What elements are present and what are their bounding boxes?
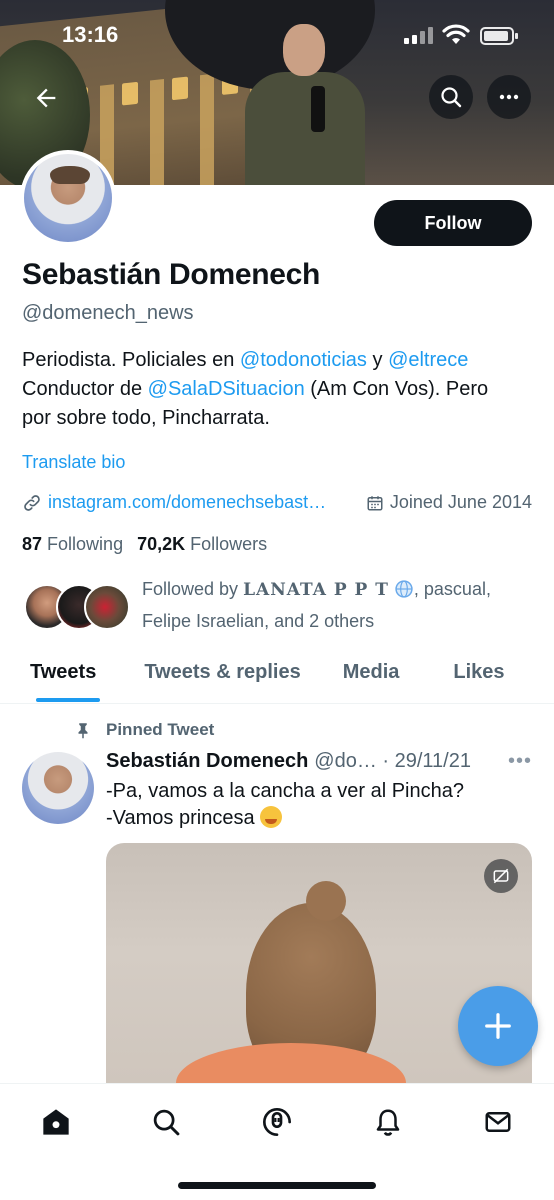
followed-by-text: Followed by LANATA P P T , pascual, Feli… — [142, 579, 491, 631]
profile-name: Sebastián Domenech — [22, 258, 321, 291]
back-button[interactable] — [32, 84, 60, 117]
search-icon — [441, 87, 462, 108]
follow-counts: 87 Following 70,2K Followers — [22, 534, 267, 555]
profile-tabs: Tweets Tweets & replies Media Likes — [0, 648, 554, 704]
translate-bio-link[interactable]: Translate bio — [22, 452, 125, 473]
tweet-author[interactable]: Sebastián Domenech — [106, 750, 308, 773]
pinned-indicator: Pinned Tweet — [74, 720, 214, 740]
home-indicator — [178, 1182, 376, 1189]
more-dots-icon — [499, 94, 519, 100]
mail-icon — [485, 1112, 511, 1132]
status-time: 13:16 — [62, 22, 119, 47]
spaces-icon — [263, 1108, 291, 1136]
profile-avatar[interactable] — [20, 150, 116, 246]
home-icon — [43, 1109, 69, 1135]
nav-messages[interactable] — [478, 1102, 518, 1142]
follow-button[interactable]: Follow — [374, 200, 532, 246]
profile-bio: Periodista. Policiales en @todonoticias … — [22, 349, 489, 429]
tweet-header: Sebastián Domenech @do… · 29/11/21 ••• — [106, 750, 532, 773]
search-button[interactable] — [429, 75, 473, 119]
tab-tweets[interactable]: Tweets — [30, 648, 101, 702]
nav-search[interactable] — [146, 1102, 186, 1142]
tweet-avatar[interactable] — [22, 752, 94, 824]
bell-icon — [376, 1109, 400, 1136]
link-icon — [24, 494, 40, 511]
following-count[interactable]: 87 Following — [22, 534, 123, 555]
hugging-face-emoji-icon — [260, 806, 283, 828]
nav-home[interactable] — [36, 1102, 76, 1142]
search-icon — [153, 1109, 180, 1136]
tab-indicator — [36, 698, 101, 702]
tab-likes[interactable]: Likes — [453, 648, 504, 696]
nav-notifications[interactable] — [368, 1102, 408, 1142]
followers-count[interactable]: 70,2K Followers — [137, 534, 267, 555]
compose-tweet-button[interactable] — [458, 986, 538, 1066]
tweet-more-button[interactable]: ••• — [508, 750, 532, 773]
arrow-left-icon — [36, 88, 56, 108]
tab-media[interactable]: Media — [343, 648, 400, 696]
cellular-signal-icon — [404, 26, 433, 44]
mention-link[interactable]: @todonoticias — [240, 349, 367, 371]
more-options-button[interactable] — [487, 75, 531, 119]
followed-by[interactable]: Followed by LANATA P P T , pascual, Feli… — [22, 574, 532, 636]
tweet-handle-date: @do… · 29/11/21 — [314, 750, 471, 772]
status-bar: 13:16 — [0, 0, 554, 70]
tweet-text: -Pa, vamos a la cancha a ver al Pincha? … — [106, 780, 464, 829]
wifi-icon — [442, 24, 470, 44]
tab-tweets-replies[interactable]: Tweets & replies — [144, 648, 300, 696]
avatar — [84, 584, 130, 630]
nav-spaces[interactable] — [257, 1102, 297, 1142]
plus-icon — [485, 1013, 511, 1039]
profile-meta: instagram.com/domenechsebast… Joined Jun… — [22, 492, 532, 513]
captions-off-icon[interactable] — [484, 859, 518, 893]
website-link[interactable]: instagram.com/domenechsebast… — [48, 492, 326, 513]
battery-icon — [480, 27, 518, 45]
calendar-icon — [367, 495, 383, 510]
pin-icon — [78, 723, 88, 739]
globe-icon — [395, 580, 413, 598]
joined-date: Joined June 2014 — [366, 492, 532, 513]
profile-handle: @domenech_news — [22, 302, 194, 324]
mention-link[interactable]: @SalaDSituacion — [148, 378, 305, 400]
bottom-navigation — [0, 1083, 554, 1200]
mention-link[interactable]: @eltrece — [388, 349, 468, 371]
